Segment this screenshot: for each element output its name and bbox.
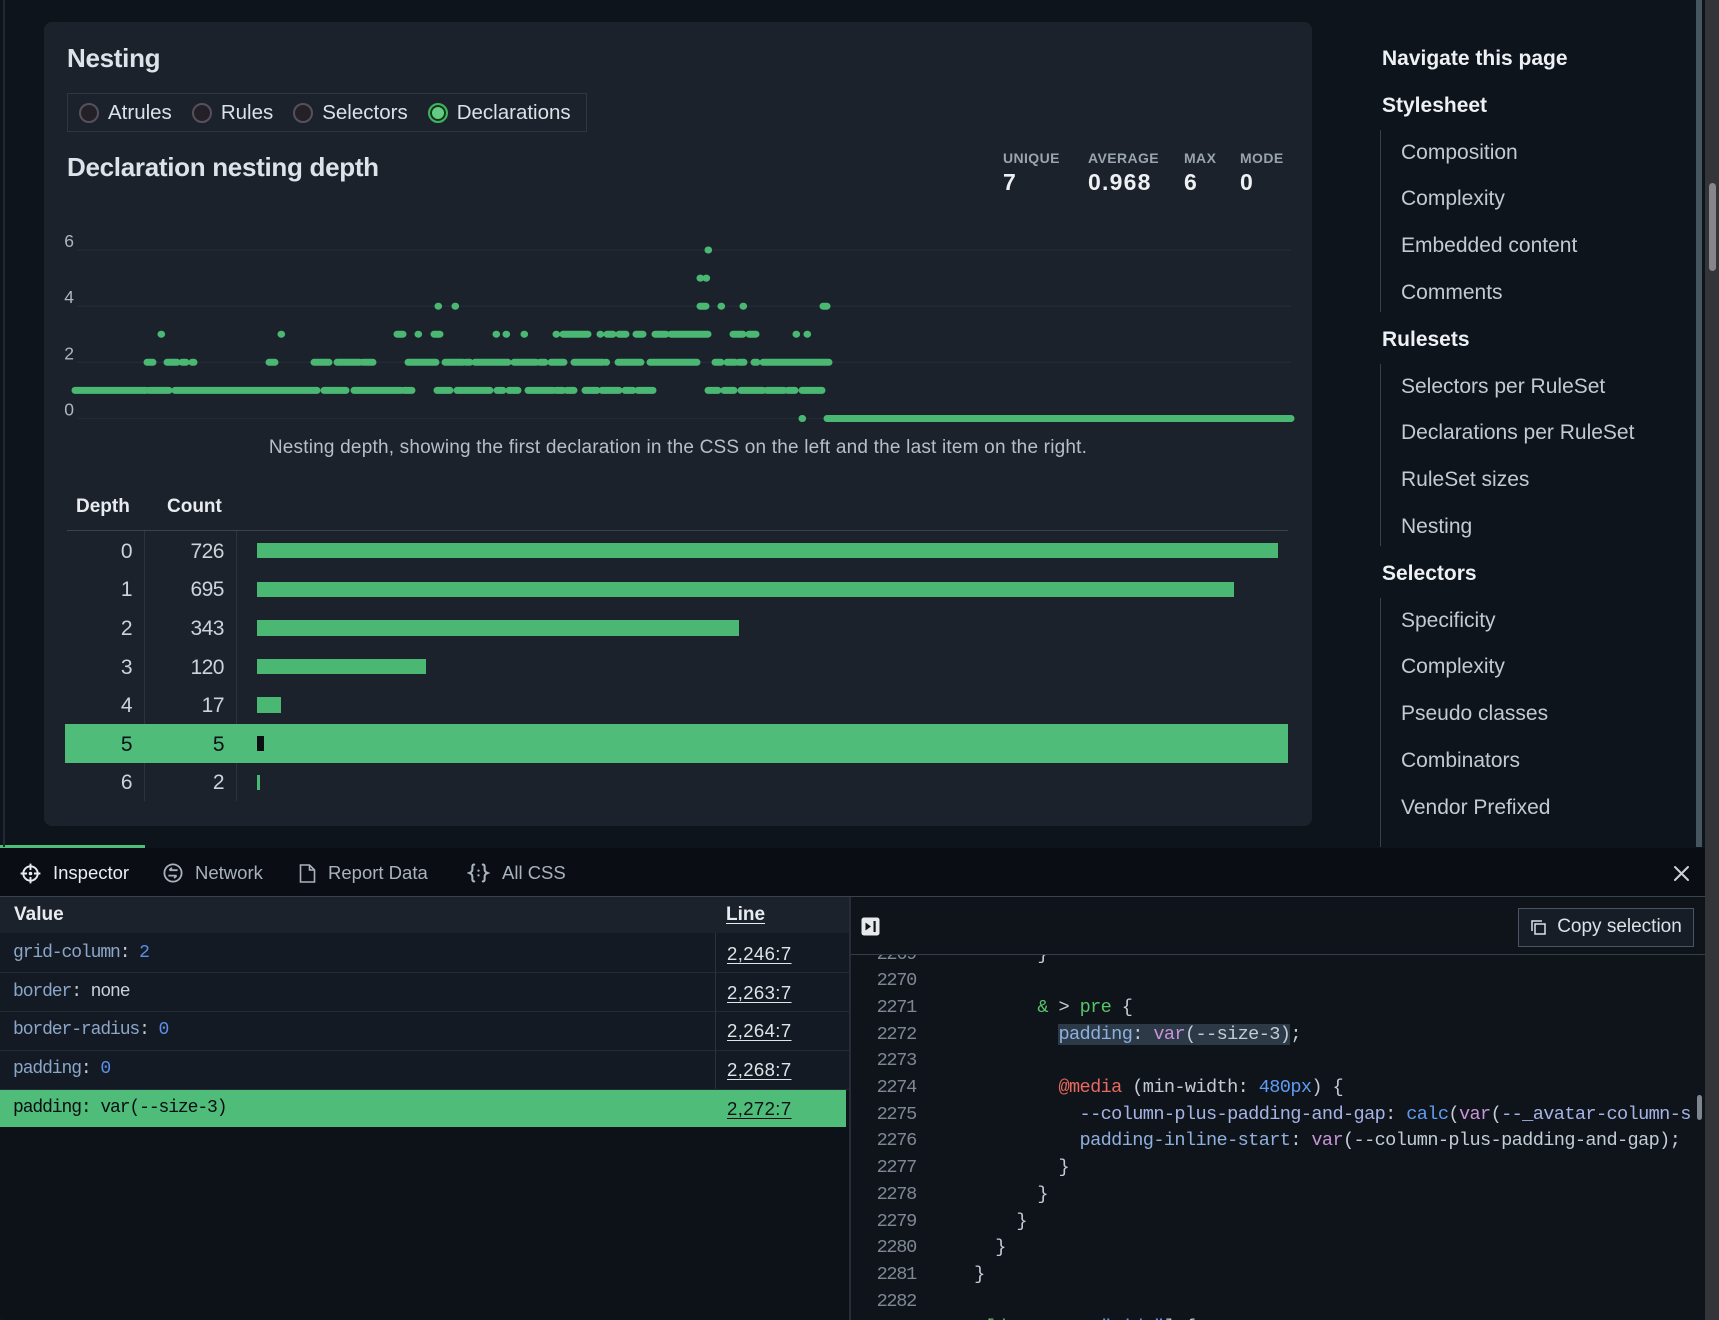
svg-text:0: 0 <box>64 400 74 420</box>
svg-text:4: 4 <box>64 287 74 307</box>
svg-text:2: 2 <box>64 343 74 363</box>
svg-text:6: 6 <box>64 231 74 251</box>
